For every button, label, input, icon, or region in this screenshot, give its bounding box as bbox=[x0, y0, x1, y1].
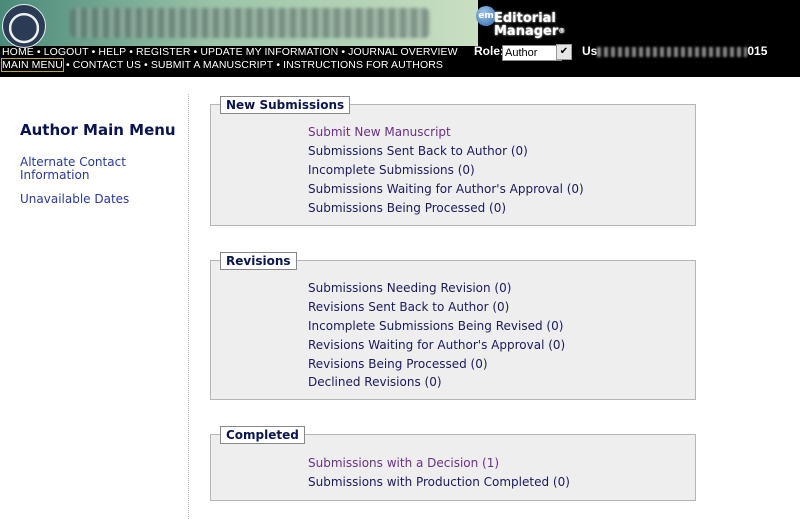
role-label: Role: bbox=[474, 44, 504, 58]
nav-separator: • bbox=[276, 59, 281, 71]
sidebar: Author Main Menu Alternate Contact Infor… bbox=[0, 94, 189, 519]
nav-separator: • bbox=[144, 59, 148, 71]
section-title-new-submissions: New Submissions bbox=[220, 96, 351, 114]
nav-separator: • bbox=[65, 59, 70, 71]
nav-separator: • bbox=[36, 46, 41, 58]
sidebar-title: Author Main Menu bbox=[20, 121, 176, 139]
sidebar-link-alternate-contact-information[interactable]: Alternate Contact Information bbox=[20, 156, 170, 182]
nav-contact-us[interactable]: CONTACT US bbox=[73, 59, 141, 71]
em-badge-icon: em bbox=[476, 6, 496, 26]
revisions-section: Revisions Submissions Needing Revision (… bbox=[210, 252, 696, 400]
section-title-completed: Completed bbox=[220, 426, 305, 444]
editorial-manager-logo: em Editorial Manager® bbox=[476, 6, 565, 40]
registered-mark: ® bbox=[558, 27, 566, 35]
journal-banner bbox=[0, 0, 478, 48]
item-submissions-production-completed: Submissions with Production Completed (0… bbox=[308, 475, 570, 489]
blurred-username bbox=[597, 46, 748, 57]
header-bar: em Editorial Manager® HOME • LOGOUT • HELP • R… bbox=[0, 0, 800, 77]
item-submissions-sent-back: Submissions Sent Back to Author (0) bbox=[308, 144, 528, 158]
nav-main-menu[interactable]: MAIN MENU bbox=[1, 58, 64, 72]
item-submissions-waiting-approval: Submissions Waiting for Author's Approva… bbox=[308, 182, 584, 196]
blurred-journal-title bbox=[70, 8, 430, 38]
nav-separator: • bbox=[341, 46, 346, 58]
journal-seal-logo bbox=[2, 4, 46, 48]
username-label: Us bbox=[582, 44, 598, 58]
item-revisions-sent-back: Revisions Sent Back to Author (0) bbox=[308, 300, 510, 314]
nav-register[interactable]: REGISTER bbox=[136, 46, 190, 58]
nav-separator: • bbox=[91, 46, 96, 58]
em-title-line2: Manager bbox=[494, 24, 559, 39]
nav-journal-overview[interactable]: JOURNAL OVERVIEW bbox=[348, 46, 458, 58]
checkmark-icon: ✔ bbox=[559, 46, 569, 57]
role-go-button[interactable]: ✔ bbox=[556, 44, 572, 60]
nav-update-my-information[interactable]: UPDATE MY INFORMATION bbox=[200, 46, 338, 58]
nav-logout[interactable]: LOGOUT bbox=[44, 46, 89, 58]
item-incomplete-submissions-being-revised: Incomplete Submissions Being Revised (0) bbox=[308, 319, 564, 333]
item-submissions-being-processed: Submissions Being Processed (0) bbox=[308, 201, 507, 215]
new-submissions-section: New Submissions Submit New Manuscript Su… bbox=[210, 96, 696, 226]
completed-section: Completed Submissions with a Decision (1… bbox=[210, 426, 696, 501]
role-select[interactable]: Author bbox=[502, 45, 562, 61]
link-submissions-with-a-decision[interactable]: Submissions with a Decision (1) bbox=[308, 456, 499, 470]
top-nav-row-2: MAIN MENU • CONTACT US • SUBMIT A MANUSCRIPT… bbox=[1, 58, 443, 72]
nav-instructions-for-authors[interactable]: INSTRUCTIONS FOR AUTHORS bbox=[283, 59, 443, 71]
nav-separator: • bbox=[129, 46, 134, 58]
username-suffix: 015 bbox=[747, 44, 768, 58]
item-revisions-being-processed: Revisions Being Processed (0) bbox=[308, 357, 488, 371]
nav-home[interactable]: HOME bbox=[2, 46, 34, 58]
em-title: Editorial Manager® bbox=[494, 12, 565, 38]
item-submissions-needing-revision: Submissions Needing Revision (0) bbox=[308, 281, 512, 295]
sidebar-link-unavailable-dates[interactable]: Unavailable Dates bbox=[20, 193, 170, 206]
nav-separator: • bbox=[193, 46, 198, 58]
item-declined-revisions: Declined Revisions (0) bbox=[308, 375, 442, 389]
item-incomplete-submissions: Incomplete Submissions (0) bbox=[308, 163, 475, 177]
top-nav-row-1: HOME • LOGOUT • HELP • REGISTER • UPDATE MY INFO… bbox=[2, 46, 458, 58]
nav-submit-a-manuscript[interactable]: SUBMIT A MANUSCRIPT bbox=[151, 59, 273, 71]
username-display: Us 015 bbox=[582, 44, 767, 58]
link-submit-new-manuscript[interactable]: Submit New Manuscript bbox=[308, 125, 451, 139]
item-revisions-waiting-approval: Revisions Waiting for Author's Approval … bbox=[308, 338, 566, 352]
nav-help[interactable]: HELP bbox=[98, 46, 126, 58]
section-title-revisions: Revisions bbox=[220, 252, 297, 270]
